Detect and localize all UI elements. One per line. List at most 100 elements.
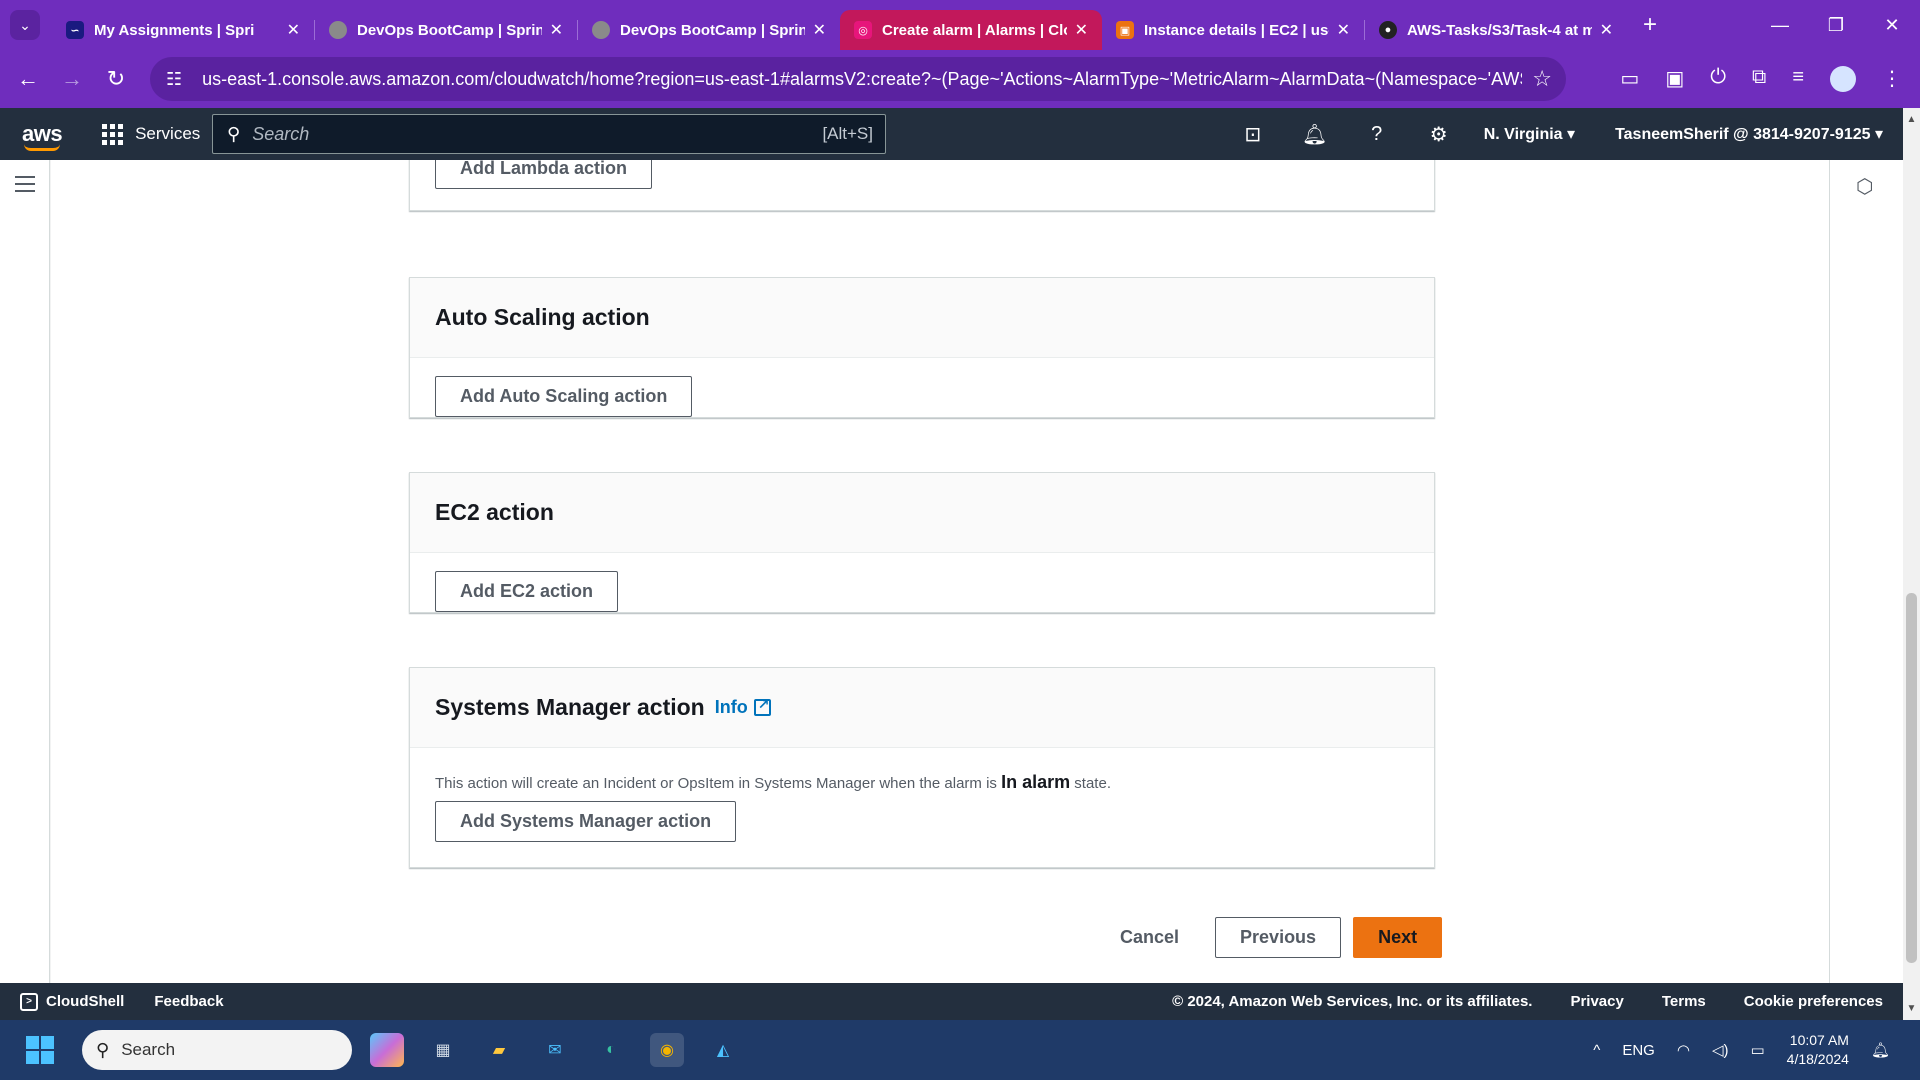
- settings-gear-icon[interactable]: ⚙: [1408, 122, 1470, 147]
- mail-icon[interactable]: ✉: [538, 1033, 572, 1067]
- add-systems-manager-action-button[interactable]: Add Systems Manager action: [435, 801, 737, 842]
- add-lambda-action-button[interactable]: Add Lambda action: [435, 160, 653, 189]
- back-icon[interactable]: ←: [6, 66, 50, 92]
- side-nav-rail: [0, 160, 50, 983]
- close-tab-icon[interactable]: ✕: [1337, 20, 1350, 40]
- cancel-button[interactable]: Cancel: [1100, 918, 1199, 957]
- screenshot-icon[interactable]: ▣: [1665, 66, 1684, 92]
- page-scrollbar[interactable]: ▲ ▼: [1903, 108, 1920, 1020]
- ec2-action-panel: EC2 action Add EC2 action: [409, 472, 1435, 613]
- taskbar-clock[interactable]: 10:07 AM 4/18/2024: [1787, 1031, 1849, 1069]
- search-shortcut: [Alt+S]: [822, 124, 873, 143]
- systems-manager-action-panel: Systems Manager action Info This action …: [409, 667, 1435, 868]
- cloudshell-link[interactable]: CloudShell: [46, 993, 124, 1010]
- info-link[interactable]: Info: [715, 696, 771, 718]
- external-link-icon: [753, 696, 771, 716]
- file-explorer-icon[interactable]: ▰: [482, 1033, 516, 1067]
- notifications-bell-icon[interactable]: 🔔︎: [1284, 122, 1346, 147]
- tools-info-icon[interactable]: ⬡: [1856, 174, 1873, 199]
- copilot-icon[interactable]: [370, 1033, 404, 1067]
- forward-icon[interactable]: →: [50, 66, 94, 92]
- footer-links: © 2024, Amazon Web Services, Inc. or its…: [1172, 993, 1883, 1010]
- desc-text: This action will create an Incident or O…: [435, 775, 997, 792]
- chrome-icon[interactable]: ◉: [650, 1033, 684, 1067]
- task-view-icon[interactable]: ▦: [426, 1033, 460, 1067]
- media-control-icon[interactable]: ≡: [1792, 66, 1804, 92]
- volume-icon[interactable]: ◁): [1712, 1041, 1729, 1059]
- profile-avatar[interactable]: [1830, 66, 1856, 92]
- aws-search-input[interactable]: ⚲ Search [Alt+S]: [212, 114, 886, 154]
- minimize-icon[interactable]: —: [1752, 0, 1808, 50]
- site-info-icon[interactable]: ☷: [166, 69, 182, 90]
- scrollbar-thumb[interactable]: [1906, 593, 1917, 963]
- privacy-link[interactable]: Privacy: [1570, 993, 1623, 1010]
- photos-icon[interactable]: ◭: [706, 1033, 740, 1067]
- help-icon[interactable]: ?: [1346, 123, 1408, 146]
- close-tab-icon[interactable]: ✕: [550, 20, 563, 40]
- new-tab-button[interactable]: +: [1643, 11, 1657, 39]
- cloudshell-icon[interactable]: ⊡: [1222, 122, 1284, 147]
- previous-button[interactable]: Previous: [1215, 917, 1342, 958]
- scroll-down-icon[interactable]: ▼: [1903, 1003, 1920, 1014]
- close-tab-icon[interactable]: ✕: [813, 20, 826, 40]
- account-label: TasneemSherif @ 3814-9207-9125: [1615, 126, 1871, 143]
- restore-icon[interactable]: ❐: [1808, 0, 1864, 50]
- notification-bell-icon[interactable]: 🔔︎: [1871, 1041, 1890, 1059]
- browser-tab[interactable]: ● AWS-Tasks/S3/Task-4 at m ✕: [1365, 10, 1627, 50]
- services-label: Services: [135, 124, 201, 143]
- tab-search-button[interactable]: ⌄: [10, 10, 40, 40]
- taskbar-apps: ▦ ▰ ✉ ◐ ◉ ◭: [370, 1033, 740, 1067]
- url-text[interactable]: us-east-1.console.aws.amazon.com/cloudwa…: [202, 69, 1522, 90]
- aws-top-nav: aws Services ⚲ Search [Alt+S] ⊡ 🔔︎ ? ⚙ N…: [0, 108, 1903, 160]
- close-tab-icon[interactable]: ✕: [1075, 20, 1088, 40]
- address-bar[interactable]: ☷ us-east-1.console.aws.amazon.com/cloud…: [150, 57, 1566, 101]
- aws-logo[interactable]: aws: [22, 121, 63, 151]
- browser-tab-active[interactable]: ◎ Create alarm | Alarms | Clo ✕: [840, 10, 1102, 50]
- tray-chevron-icon[interactable]: ^: [1593, 1042, 1600, 1059]
- account-menu[interactable]: TasneemSherif @ 3814-9207-9125 ▾: [1615, 124, 1883, 144]
- hamburger-menu-icon[interactable]: [15, 176, 35, 197]
- reload-icon[interactable]: ↻: [94, 66, 138, 92]
- browser-tab[interactable]: ∽ My Assignments | Spri ✕: [52, 10, 314, 50]
- extensions-puzzle-icon[interactable]: ⧉: [1752, 66, 1766, 92]
- console-page: ⬡ Add Lambda action Auto Scaling action …: [0, 160, 1903, 983]
- close-tab-icon[interactable]: ✕: [1600, 20, 1613, 40]
- feedback-link[interactable]: Feedback: [154, 993, 223, 1010]
- services-menu[interactable]: Services: [102, 123, 201, 145]
- tab-title: AWS-Tasks/S3/Task-4 at m: [1407, 21, 1592, 39]
- language-indicator[interactable]: ENG: [1622, 1042, 1655, 1059]
- terms-link[interactable]: Terms: [1662, 993, 1706, 1010]
- browser-tab[interactable]: ▣ Instance details | EC2 | us- ✕: [1102, 10, 1364, 50]
- cookie-preferences-link[interactable]: Cookie preferences: [1744, 993, 1883, 1010]
- bookmark-star-icon[interactable]: ☆: [1532, 66, 1552, 92]
- edge-icon[interactable]: ◐: [594, 1033, 628, 1067]
- ec2-action-title: EC2 action: [435, 499, 554, 525]
- add-ec2-action-button[interactable]: Add EC2 action: [435, 571, 619, 612]
- add-autoscaling-action-button[interactable]: Add Auto Scaling action: [435, 376, 693, 417]
- browser-tab[interactable]: DevOps BootCamp | Sprin ✕: [578, 10, 840, 50]
- tab-title: Create alarm | Alarms | Clo: [882, 21, 1067, 39]
- screen-icon[interactable]: ▭: [1620, 66, 1639, 92]
- autoscaling-action-panel: Auto Scaling action Add Auto Scaling act…: [409, 277, 1435, 418]
- wizard-actions: Cancel Previous Next: [1100, 917, 1443, 958]
- taskbar-search-input[interactable]: ⚲ Search: [82, 1030, 352, 1070]
- wifi-icon[interactable]: ◠: [1677, 1041, 1690, 1059]
- cloudwatch-icon: ◎: [854, 21, 872, 39]
- battery-icon[interactable]: ▭: [1750, 1041, 1764, 1059]
- power-icon[interactable]: ⏻: [1710, 66, 1726, 92]
- browser-tab-bar: ⌄ ∽ My Assignments | Spri ✕ DevOps BootC…: [0, 0, 1920, 50]
- browser-menu-icon[interactable]: ⋮: [1882, 66, 1902, 92]
- close-tab-icon[interactable]: ✕: [287, 20, 300, 40]
- tools-panel-rail: ⬡: [1829, 160, 1903, 983]
- aws-footer: > CloudShell Feedback © 2024, Amazon Web…: [0, 983, 1903, 1020]
- tab-title: DevOps BootCamp | Sprin: [620, 21, 805, 39]
- globe-icon: [329, 21, 347, 39]
- panel-header: Auto Scaling action: [410, 278, 1434, 358]
- scroll-up-icon[interactable]: ▲: [1903, 114, 1920, 125]
- windows-start-icon[interactable]: [26, 1036, 54, 1064]
- next-button[interactable]: Next: [1353, 917, 1443, 958]
- desc-text-end: state.: [1074, 775, 1111, 792]
- browser-tab[interactable]: DevOps BootCamp | Sprin ✕: [315, 10, 577, 50]
- close-window-icon[interactable]: ✕: [1864, 0, 1920, 50]
- region-selector[interactable]: N. Virginia ▾: [1484, 124, 1575, 144]
